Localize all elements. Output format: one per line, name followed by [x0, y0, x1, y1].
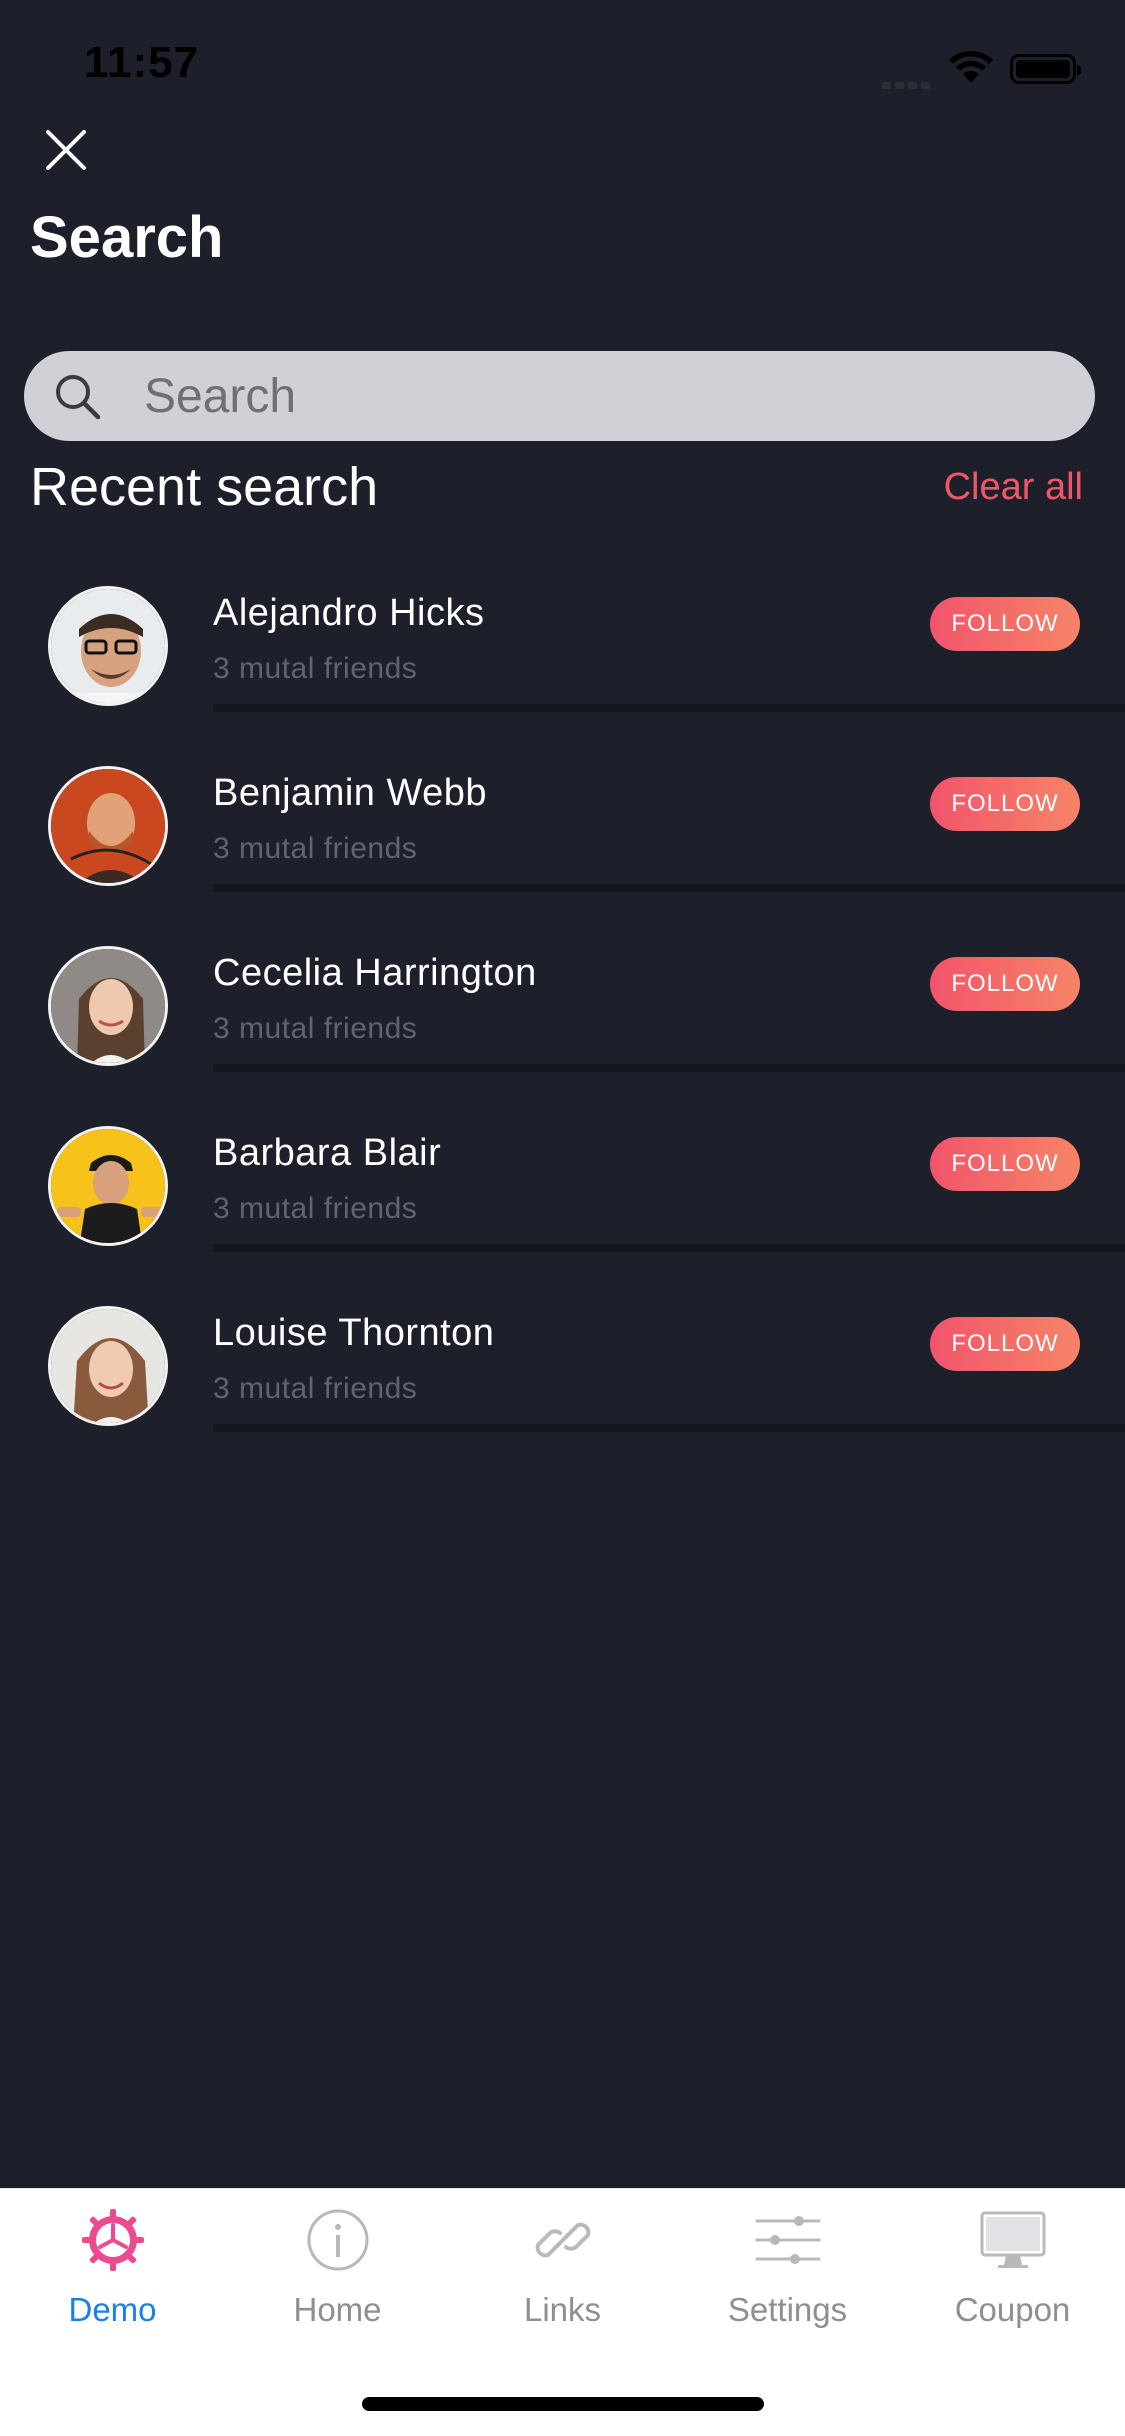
follow-button[interactable]: FOLLOW: [930, 777, 1080, 831]
item-name: Barbara Blair: [213, 1132, 442, 1174]
avatar: [48, 766, 168, 886]
list-item[interactable]: Barbara Blair 3 mutal friends FOLLOW: [0, 1104, 1125, 1284]
item-name: Alejandro Hicks: [213, 592, 485, 634]
item-name: Cecelia Harrington: [213, 952, 537, 994]
avatar: [48, 1126, 168, 1246]
tab-label: Settings: [727, 2291, 848, 2328]
divider: [213, 1244, 1125, 1252]
follow-button[interactable]: FOLLOW: [930, 1137, 1080, 1191]
status-time: 11:57: [84, 38, 200, 87]
list-item[interactable]: Louise Thornton 3 mutal friends FOLLOW: [0, 1284, 1125, 1464]
search-input[interactable]: [144, 351, 1064, 441]
item-subtitle: 3 mutal friends: [213, 1192, 418, 1225]
search-icon: [56, 375, 101, 420]
battery-icon: [1010, 54, 1081, 84]
divider: [213, 884, 1125, 892]
home-indicator[interactable]: [362, 2397, 764, 2411]
search-bar[interactable]: [24, 351, 1095, 441]
search-screen: 11:57 Search Recent search Clear all: [0, 0, 1125, 2436]
item-subtitle: 3 mutal friends: [213, 1372, 418, 1405]
avatar: [48, 1306, 168, 1426]
sliders-icon: [755, 2216, 821, 2264]
tab-home[interactable]: Home: [225, 2189, 450, 2349]
tab-label: Links: [523, 2291, 602, 2328]
follow-button[interactable]: FOLLOW: [930, 957, 1080, 1011]
wifi-icon: [948, 50, 994, 89]
cellular-signal-icon: [882, 76, 934, 94]
monitor-icon: [980, 2211, 1046, 2268]
follow-button[interactable]: FOLLOW: [930, 1317, 1080, 1371]
tab-links[interactable]: Links: [450, 2189, 675, 2349]
tab-settings[interactable]: Settings: [675, 2189, 900, 2349]
tab-label: Home: [293, 2291, 382, 2328]
info-icon: [307, 2209, 369, 2271]
tab-label: Coupon: [954, 2291, 1071, 2328]
recent-search-title: Recent search: [30, 457, 379, 517]
divider: [213, 704, 1125, 712]
page-title: Search: [30, 205, 224, 270]
item-name: Benjamin Webb: [213, 772, 488, 814]
clear-all-button[interactable]: Clear all: [944, 466, 1083, 509]
avatar: [48, 586, 168, 706]
link-icon: [535, 2222, 591, 2258]
tab-label: Demo: [68, 2291, 157, 2328]
item-subtitle: 3 mutal friends: [213, 652, 418, 685]
close-icon: [46, 130, 86, 170]
divider: [213, 1064, 1125, 1072]
item-name: Louise Thornton: [213, 1312, 495, 1354]
item-subtitle: 3 mutal friends: [213, 832, 418, 865]
tab-coupon[interactable]: Coupon: [900, 2189, 1125, 2349]
tab-demo[interactable]: Demo: [0, 2189, 225, 2349]
close-button[interactable]: [40, 124, 92, 176]
list-item[interactable]: Alejandro Hicks 3 mutal friends FOLLOW: [0, 564, 1125, 744]
gear-icon: [82, 2209, 144, 2271]
item-subtitle: 3 mutal friends: [213, 1012, 418, 1045]
list-item[interactable]: Benjamin Webb 3 mutal friends FOLLOW: [0, 744, 1125, 924]
recent-search-list: Alejandro Hicks 3 mutal friends FOLLOW B…: [0, 564, 1125, 1464]
divider: [213, 1424, 1125, 1432]
list-item[interactable]: Cecelia Harrington 3 mutal friends FOLLO…: [0, 924, 1125, 1104]
avatar: [48, 946, 168, 1066]
follow-button[interactable]: FOLLOW: [930, 597, 1080, 651]
